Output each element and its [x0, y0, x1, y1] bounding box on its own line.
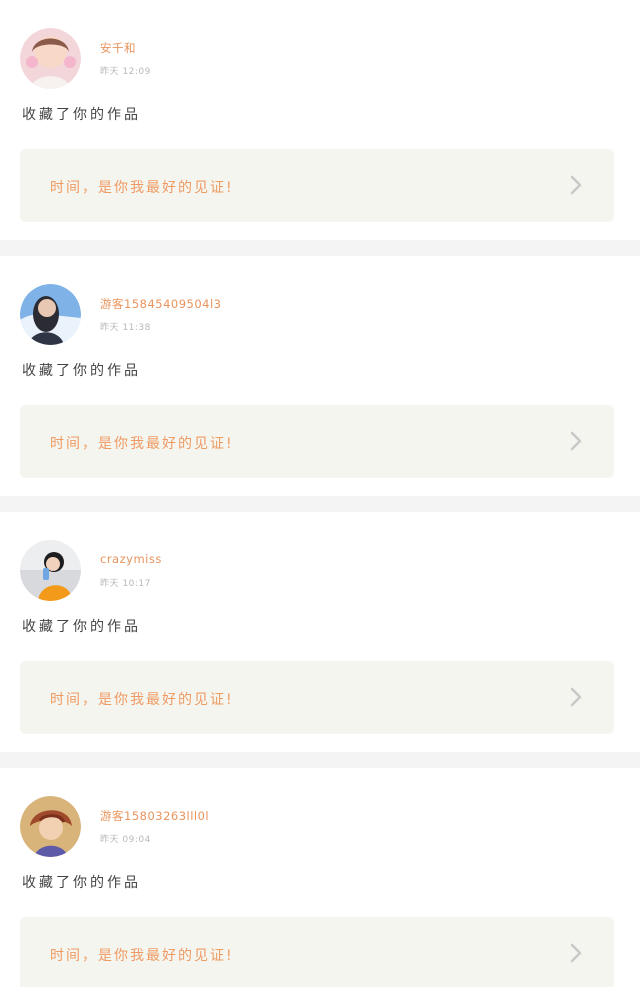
- notification-item: 游客15845409504l3 昨天 11:38 收藏了你的作品 时间，是你我最…: [0, 256, 640, 496]
- work-preview[interactable]: 时间，是你我最好的见证!: [20, 661, 614, 734]
- chevron-right-icon: [570, 431, 582, 451]
- avatar-image: [20, 284, 81, 345]
- user-name[interactable]: 安千和: [100, 40, 136, 56]
- chevron-right-icon: [570, 175, 582, 195]
- user-name[interactable]: 游客15803263lll0l: [100, 808, 209, 824]
- timestamp: 昨天 10:17: [100, 579, 151, 589]
- notification-item: crazymiss 昨天 10:17 收藏了你的作品 时间，是你我最好的见证!: [0, 512, 640, 752]
- activity-text: 收藏了你的作品: [22, 107, 141, 123]
- user-name[interactable]: crazymiss: [100, 552, 162, 566]
- notification-item: 游客15803263lll0l 昨天 09:04 收藏了你的作品 时间，是你我最…: [0, 768, 640, 987]
- user-name[interactable]: 游客15845409504l3: [100, 296, 222, 312]
- user-avatar[interactable]: [20, 796, 81, 857]
- activity-text: 收藏了你的作品: [22, 363, 141, 379]
- timestamp: 昨天 11:38: [100, 323, 151, 333]
- work-title: 时间，是你我最好的见证!: [50, 692, 234, 708]
- avatar-image: [20, 28, 81, 89]
- work-title: 时间，是你我最好的见证!: [50, 180, 234, 196]
- notification-item: 安千和 昨天 12:09 收藏了你的作品 时间，是你我最好的见证!: [0, 0, 640, 240]
- feed-separator: [0, 752, 640, 768]
- activity-text: 收藏了你的作品: [22, 619, 141, 635]
- user-avatar[interactable]: [20, 540, 81, 601]
- timestamp: 昨天 09:04: [100, 835, 151, 845]
- work-preview[interactable]: 时间，是你我最好的见证!: [20, 149, 614, 222]
- work-preview[interactable]: 时间，是你我最好的见证!: [20, 405, 614, 478]
- timestamp: 昨天 12:09: [100, 67, 151, 77]
- chevron-right-icon: [570, 943, 582, 963]
- feed-separator: [0, 240, 640, 256]
- feed-separator: [0, 496, 640, 512]
- notification-feed: 安千和 昨天 12:09 收藏了你的作品 时间，是你我最好的见证! 游客1584…: [0, 0, 640, 987]
- activity-text: 收藏了你的作品: [22, 875, 141, 891]
- user-avatar[interactable]: [20, 28, 81, 89]
- work-title: 时间，是你我最好的见证!: [50, 948, 234, 964]
- work-title: 时间，是你我最好的见证!: [50, 436, 234, 452]
- avatar-image: [20, 796, 81, 857]
- chevron-right-icon: [570, 687, 582, 707]
- user-avatar[interactable]: [20, 284, 81, 345]
- avatar-image: [20, 540, 81, 601]
- work-preview[interactable]: 时间，是你我最好的见证!: [20, 917, 614, 987]
